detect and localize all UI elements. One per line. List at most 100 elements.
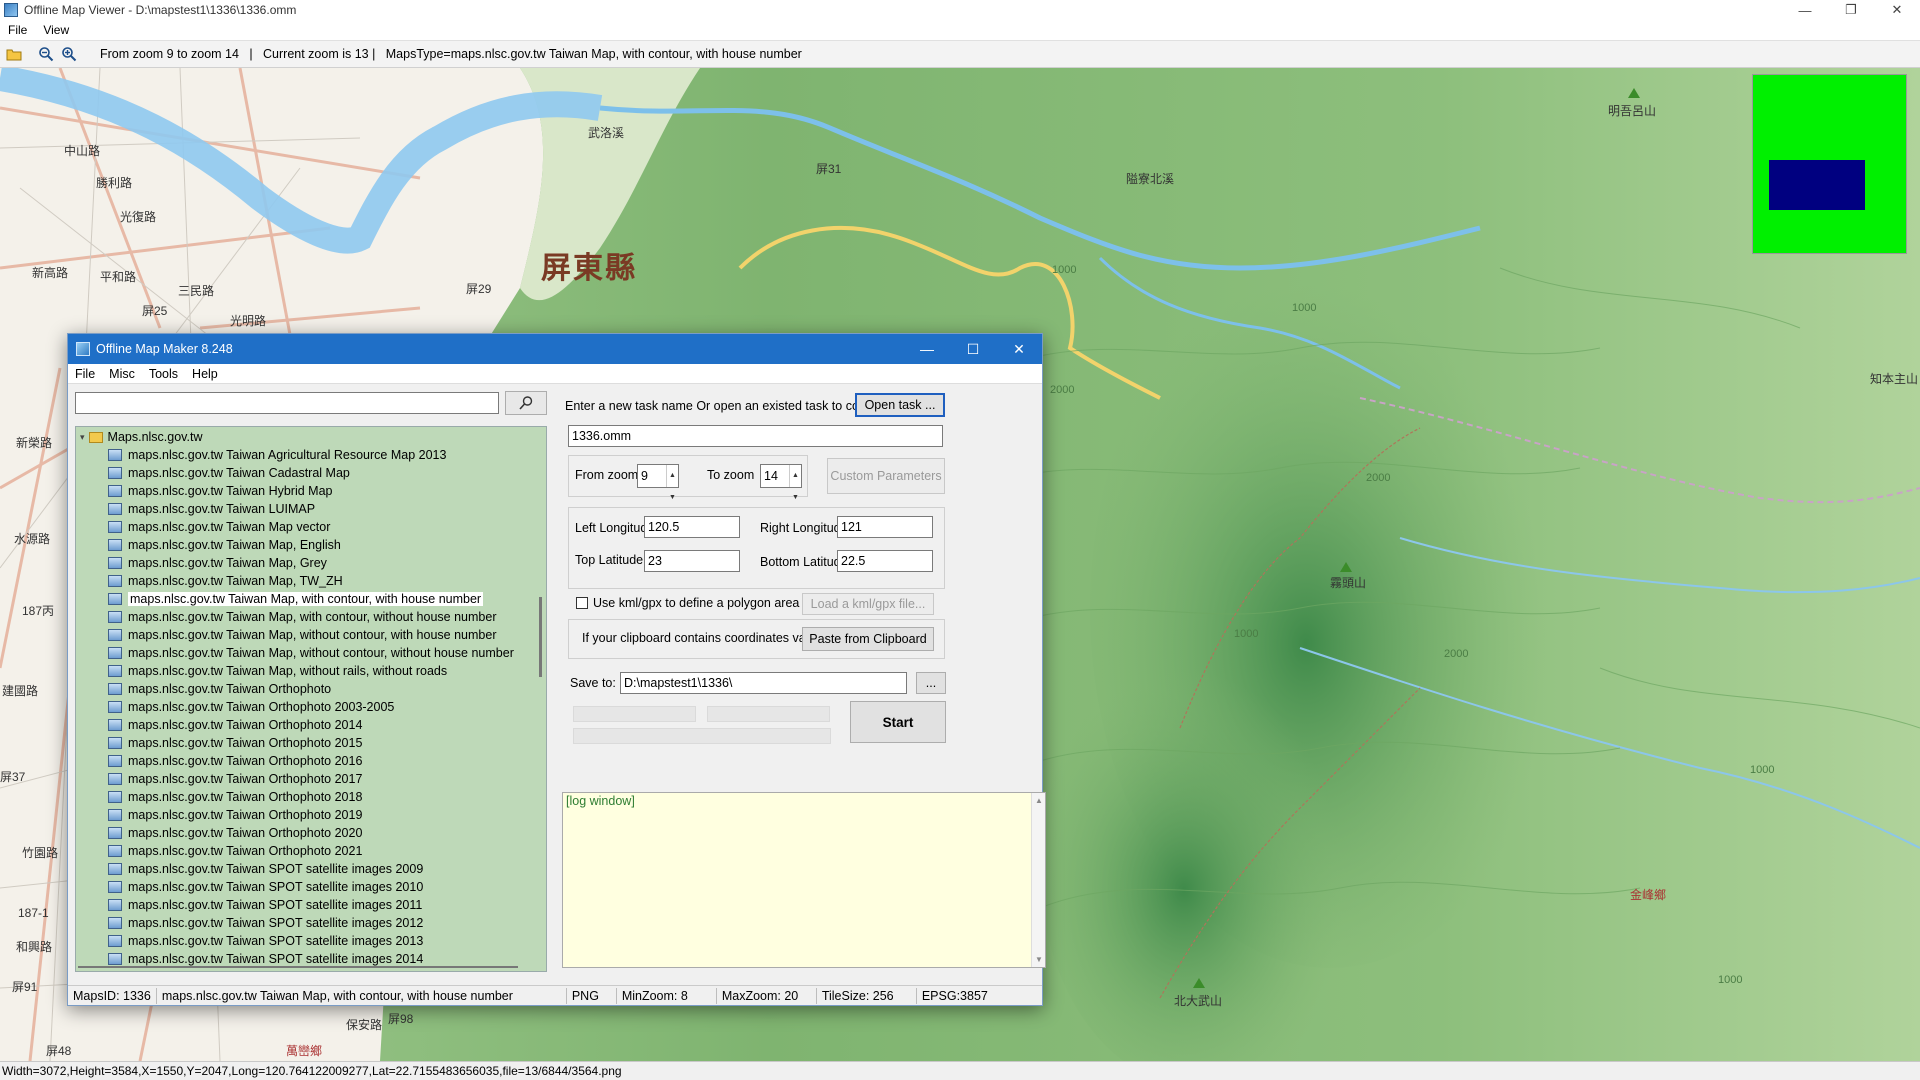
- tree-item[interactable]: maps.nlsc.gov.tw Taiwan Orthophoto: [108, 680, 514, 698]
- status-max-zoom: MaxZoom: 20: [717, 987, 817, 1004]
- tree-item[interactable]: maps.nlsc.gov.tw Taiwan Orthophoto 2016: [108, 752, 514, 770]
- tree-item[interactable]: maps.nlsc.gov.tw Taiwan SPOT satellite i…: [108, 860, 514, 878]
- bottom-latitude-field[interactable]: 22.5: [837, 550, 933, 572]
- tree-item[interactable]: maps.nlsc.gov.tw Taiwan Orthophoto 2003-…: [108, 698, 514, 716]
- task-settings-panel: Enter a new task name Or open an existed…: [562, 390, 1046, 974]
- tree-item[interactable]: maps.nlsc.gov.tw Taiwan Map, without con…: [108, 644, 514, 662]
- minimap-viewport[interactable]: [1769, 160, 1865, 210]
- tree-root-node[interactable]: ▾ Maps.nlsc.gov.tw: [80, 428, 202, 446]
- tree-item[interactable]: maps.nlsc.gov.tw Taiwan Orthophoto 2019: [108, 806, 514, 824]
- menu-file[interactable]: File: [0, 23, 35, 37]
- to-zoom-label: To zoom: [707, 468, 755, 482]
- map-label-river: 武洛溪: [588, 126, 625, 140]
- tree-item[interactable]: maps.nlsc.gov.tw Taiwan Orthophoto 2018: [108, 788, 514, 806]
- tree-item[interactable]: maps.nlsc.gov.tw Taiwan Orthophoto 2020: [108, 824, 514, 842]
- tree-item[interactable]: maps.nlsc.gov.tw Taiwan Orthophoto 2017: [108, 770, 514, 788]
- tree-item[interactable]: maps.nlsc.gov.tw Taiwan SPOT satellite i…: [108, 896, 514, 914]
- map-label-road: 和興路: [16, 940, 53, 954]
- log-window[interactable]: [log window] ▲ ▼: [562, 792, 1046, 968]
- dialog-minimize-button[interactable]: —: [904, 334, 950, 364]
- menu-view[interactable]: View: [35, 23, 77, 37]
- spin-down-icon[interactable]: ▼: [667, 487, 678, 509]
- open-task-button[interactable]: Open task ...: [855, 393, 945, 417]
- map-layer-icon: [108, 539, 122, 551]
- tree-item[interactable]: maps.nlsc.gov.tw Taiwan Cadastral Map: [108, 464, 514, 482]
- save-to-field[interactable]: D:\mapstest1\1336\: [620, 672, 907, 694]
- browse-button[interactable]: ...: [916, 672, 946, 694]
- map-label-road-number: 屏25: [142, 304, 168, 318]
- close-button[interactable]: ✕: [1874, 0, 1920, 20]
- dialog-menu-help[interactable]: Help: [185, 367, 225, 381]
- tree-item[interactable]: maps.nlsc.gov.tw Taiwan Map, with contou…: [108, 590, 514, 608]
- dialog-menu-bar: File Misc Tools Help: [68, 364, 1042, 384]
- top-latitude-field[interactable]: 23: [644, 550, 740, 572]
- log-scrollbar[interactable]: ▲ ▼: [1031, 793, 1045, 967]
- dialog-menu-misc[interactable]: Misc: [102, 367, 142, 381]
- map-label-township: 萬巒鄉: [286, 1044, 323, 1058]
- tree-item[interactable]: maps.nlsc.gov.tw Taiwan Map, without con…: [108, 626, 514, 644]
- tree-horizontal-scrollbar[interactable]: [76, 963, 546, 971]
- dialog-maximize-button[interactable]: ☐: [950, 334, 996, 364]
- zoom-in-icon[interactable]: [60, 45, 78, 63]
- dialog-status-bar: MapsID: 1336 maps.nlsc.gov.tw Taiwan Map…: [68, 985, 1042, 1005]
- tree-item[interactable]: maps.nlsc.gov.tw Taiwan Map, Grey: [108, 554, 514, 572]
- map-layer-icon: [108, 557, 122, 569]
- tree-item[interactable]: maps.nlsc.gov.tw Taiwan Map, English: [108, 536, 514, 554]
- tree-item[interactable]: maps.nlsc.gov.tw Taiwan Map, with contou…: [108, 608, 514, 626]
- map-label-road-number: 屏98: [388, 1012, 414, 1026]
- custom-parameters-button[interactable]: Custom Parameters: [827, 458, 945, 494]
- tree-item[interactable]: maps.nlsc.gov.tw Taiwan Map, without rai…: [108, 662, 514, 680]
- kml-checkbox-label[interactable]: Use kml/gpx to define a polygon area: [593, 596, 799, 610]
- collapse-icon[interactable]: ▾: [80, 432, 85, 443]
- minimap[interactable]: [1752, 74, 1907, 254]
- map-label-road: 保安路: [346, 1018, 383, 1032]
- tree-item-label: maps.nlsc.gov.tw Taiwan Orthophoto 2018: [128, 790, 363, 804]
- task-name-field[interactable]: 1336.omm: [568, 425, 943, 447]
- to-zoom-value: 14: [764, 469, 778, 483]
- minimize-button[interactable]: —: [1782, 0, 1828, 20]
- tree-item[interactable]: maps.nlsc.gov.tw Taiwan Map vector: [108, 518, 514, 536]
- open-folder-icon[interactable]: [5, 45, 23, 63]
- map-source-tree[interactable]: ▾ Maps.nlsc.gov.tw maps.nlsc.gov.tw Taiw…: [75, 426, 547, 972]
- dialog-menu-file[interactable]: File: [68, 367, 102, 381]
- tree-item[interactable]: maps.nlsc.gov.tw Taiwan Orthophoto 2021: [108, 842, 514, 860]
- spin-up-icon[interactable]: ▲: [790, 465, 801, 487]
- tree-item[interactable]: maps.nlsc.gov.tw Taiwan Agricultural Res…: [108, 446, 514, 464]
- map-layer-icon: [108, 521, 122, 533]
- tree-item[interactable]: maps.nlsc.gov.tw Taiwan LUIMAP: [108, 500, 514, 518]
- tree-item[interactable]: maps.nlsc.gov.tw Taiwan Orthophoto 2015: [108, 734, 514, 752]
- search-button[interactable]: [505, 391, 547, 415]
- tree-vertical-scrollbar[interactable]: [536, 427, 546, 971]
- scroll-down-icon[interactable]: ▼: [1035, 955, 1043, 964]
- task-prompt-label: Enter a new task name Or open an existed…: [565, 399, 897, 413]
- tree-item[interactable]: maps.nlsc.gov.tw Taiwan Hybrid Map: [108, 482, 514, 500]
- paste-clipboard-button[interactable]: Paste from Clipboard: [802, 627, 934, 651]
- left-longitude-field[interactable]: 120.5: [644, 516, 740, 538]
- contour-label: 1000: [1718, 974, 1743, 986]
- map-label-road: 平和路: [100, 270, 137, 284]
- spin-down-icon[interactable]: ▼: [790, 487, 801, 509]
- map-viewer-app-icon: [4, 3, 18, 17]
- to-zoom-spinner[interactable]: 14 ▲ ▼: [760, 464, 802, 501]
- tree-item[interactable]: maps.nlsc.gov.tw Taiwan SPOT satellite i…: [108, 878, 514, 896]
- tree-item-label: maps.nlsc.gov.tw Taiwan Orthophoto 2014: [128, 718, 363, 732]
- restore-button[interactable]: ❐: [1828, 0, 1874, 20]
- kml-checkbox[interactable]: [576, 597, 588, 609]
- tree-item[interactable]: maps.nlsc.gov.tw Taiwan SPOT satellite i…: [108, 932, 514, 950]
- map-search-input[interactable]: [75, 392, 499, 414]
- tree-root-label: Maps.nlsc.gov.tw: [107, 430, 203, 444]
- start-button[interactable]: Start: [850, 701, 946, 743]
- tree-item[interactable]: maps.nlsc.gov.tw Taiwan Map, TW_ZH: [108, 572, 514, 590]
- spin-up-icon[interactable]: ▲: [667, 465, 678, 487]
- tree-item[interactable]: maps.nlsc.gov.tw Taiwan Orthophoto 2014: [108, 716, 514, 734]
- tree-item[interactable]: maps.nlsc.gov.tw Taiwan SPOT satellite i…: [108, 914, 514, 932]
- from-zoom-spinner[interactable]: 9 ▲ ▼: [637, 464, 679, 501]
- status-epsg: EPSG:3857: [921, 988, 988, 1003]
- right-longitude-field[interactable]: 121: [837, 516, 933, 538]
- dialog-menu-tools[interactable]: Tools: [142, 367, 185, 381]
- scroll-up-icon[interactable]: ▲: [1035, 796, 1043, 805]
- dialog-close-button[interactable]: ✕: [996, 334, 1042, 364]
- zoom-out-icon[interactable]: [37, 45, 55, 63]
- map-label-mountain: 知本主山: [1870, 372, 1919, 386]
- load-kml-button[interactable]: Load a kml/gpx file...: [802, 593, 934, 615]
